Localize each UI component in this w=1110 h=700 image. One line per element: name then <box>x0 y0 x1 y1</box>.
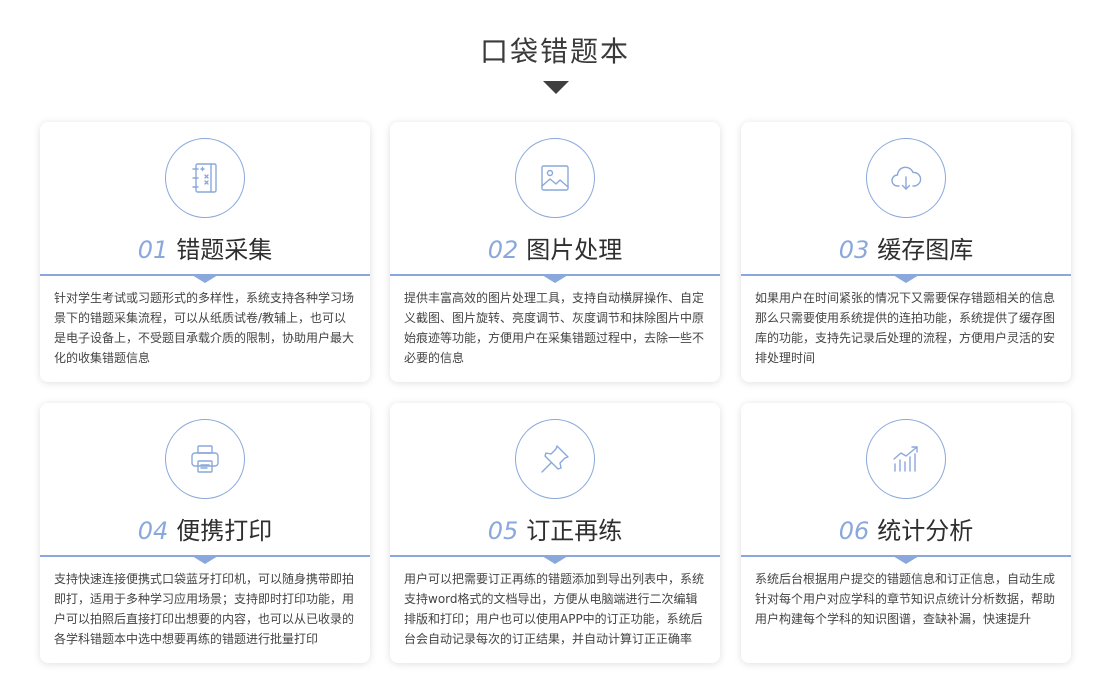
card-title: 错题采集 <box>176 236 273 264</box>
card-heading: 01 错题采集 <box>40 234 370 266</box>
feature-card-cache-gallery: 03 缓存图库 如果用户在时间紧张的情况下又需要保存错题相关的信息那么只需要使用系… <box>741 122 1071 382</box>
card-description: 如果用户在时间紧张的情况下又需要保存错题相关的信息那么只需要使用系统提供的连拍功… <box>755 291 1056 365</box>
feature-card-statistics: 06 统计分析 系统后台根据用户提交的错题信息和订正信息，自动生成针对每个用户对应… <box>741 403 1071 663</box>
feature-card-error-collection: 01 错题采集 针对学生考试或习题形式的多样性，系统支持各种学习场景下的错题采集流… <box>40 122 370 382</box>
card-heading: 03 缓存图库 <box>741 234 1071 266</box>
bar-chart-trend-icon <box>866 419 946 499</box>
card-description: 针对学生考试或习题形式的多样性，系统支持各种学习场景下的错题采集流程，可以从纸质… <box>54 291 355 365</box>
card-number: 03 <box>838 236 870 264</box>
card-number: 05 <box>487 517 519 545</box>
card-title: 便携打印 <box>176 517 273 545</box>
card-description: 支持快速连接便携式口袋蓝牙打印机，可以随身携带即拍即打，适用于多种学习应用场景；… <box>54 572 355 646</box>
card-title: 订正再练 <box>526 517 623 545</box>
feature-card-correction-practice: 05 订正再练 用户可以把需要订正再练的错题添加到导出列表中，系统支持word格式… <box>390 403 720 663</box>
card-description: 提供丰富高效的图片处理工具，支持自动横屏操作、自定义截图、图片旋转、亮度调节、灰… <box>404 291 705 365</box>
title-caret-icon <box>543 81 569 94</box>
feature-card-image-processing: 02 图片处理 提供丰富高效的图片处理工具，支持自动横屏操作、自定义截图、图片旋转… <box>390 122 720 382</box>
card-description: 系统后台根据用户提交的错题信息和订正信息，自动生成针对每个用户对应学科的章节知识… <box>755 572 1056 626</box>
divider-caret-icon <box>192 275 218 283</box>
cloud-download-icon <box>866 138 946 218</box>
image-icon <box>515 138 595 218</box>
notebook-icon <box>165 138 245 218</box>
feature-card-portable-print: 04 便携打印 支持快速连接便携式口袋蓝牙打印机，可以随身携带即拍即打，适用于多种… <box>40 403 370 663</box>
card-heading: 04 便携打印 <box>40 515 370 547</box>
card-title: 缓存图库 <box>877 236 974 264</box>
printer-icon <box>165 419 245 499</box>
divider-caret-icon <box>542 275 568 283</box>
pushpin-icon <box>515 419 595 499</box>
divider-caret-icon <box>893 275 919 283</box>
card-description: 用户可以把需要订正再练的错题添加到导出列表中，系统支持word格式的文档导出，方… <box>404 572 705 646</box>
card-number: 04 <box>137 517 169 545</box>
page-title: 口袋错题本 <box>479 35 630 68</box>
card-heading: 06 统计分析 <box>741 515 1071 547</box>
divider-caret-icon <box>542 556 568 564</box>
card-number: 02 <box>487 236 519 264</box>
card-title: 图片处理 <box>526 236 623 264</box>
card-title: 统计分析 <box>877 517 974 545</box>
card-number: 06 <box>838 517 870 545</box>
card-heading: 05 订正再练 <box>390 515 720 547</box>
card-number: 01 <box>137 236 169 264</box>
divider-caret-icon <box>192 556 218 564</box>
card-heading: 02 图片处理 <box>390 234 720 266</box>
divider-caret-icon <box>893 556 919 564</box>
